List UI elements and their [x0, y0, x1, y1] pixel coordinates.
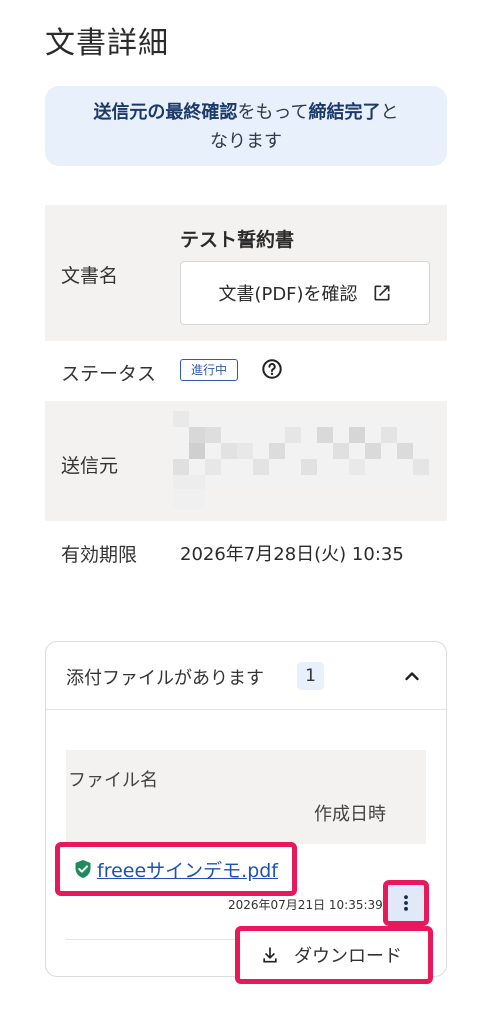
download-menu-item[interactable]: ダウンロード: [235, 926, 433, 984]
file-download-link[interactable]: freeeサインデモ.pdf: [97, 856, 278, 883]
notice-text-4: と: [380, 102, 399, 123]
view-pdf-button[interactable]: 文書(PDF)を確認: [180, 261, 430, 325]
expiry-row: 有効期限 2026年7月28日(火) 10:35: [45, 521, 447, 583]
more-vertical-icon: [404, 895, 408, 911]
docname-row: 文書名 テスト誓約書 文書(PDF)を確認: [45, 205, 447, 341]
external-link-icon: [374, 285, 390, 301]
notice-text-5: なります: [210, 131, 282, 152]
sender-row: 送信元: [45, 401, 447, 521]
file-name-cell: freeeサインデモ.pdf: [55, 842, 298, 896]
file-more-menu-button[interactable]: [383, 880, 429, 926]
chevron-up-icon[interactable]: [400, 664, 424, 688]
attachments-header-toggle[interactable]: 添付ファイルがあります 1: [46, 642, 446, 710]
sender-redacted-mosaic: [173, 411, 433, 509]
expiry-label: 有効期限: [61, 544, 138, 566]
status-label: ステータス: [61, 363, 157, 385]
notice-text-2: をもって: [237, 102, 309, 123]
docname-label: 文書名: [61, 265, 119, 287]
attachments-count-badge: 1: [297, 662, 324, 690]
column-header-created: 作成日時: [314, 804, 386, 825]
attachments-table-header: ファイル名 作成日時: [66, 750, 426, 844]
download-label: ダウンロード: [294, 946, 402, 967]
view-pdf-label: 文書(PDF)を確認: [218, 284, 358, 305]
document-title: テスト誓約書: [180, 229, 295, 251]
file-created-date: 2026年07月21日 10:35:39: [228, 898, 383, 912]
notice-banner: 送信元の最終確認をもって締結完了と なります: [45, 86, 447, 166]
notice-bold-3: 締結完了: [308, 102, 381, 123]
expiry-value: 2026年7月28日(火) 10:35: [180, 544, 404, 565]
page-title: 文書詳細: [45, 26, 169, 61]
status-row: ステータス 進行中: [45, 341, 447, 401]
help-circle-icon[interactable]: [261, 358, 283, 380]
download-icon: [263, 947, 277, 963]
shield-check-icon: [75, 860, 91, 878]
attachments-title: 添付ファイルがあります: [66, 668, 264, 689]
status-badge: 進行中: [180, 359, 239, 381]
notice-bold-1: 送信元の最終確認: [93, 102, 238, 123]
sender-label: 送信元: [61, 455, 119, 477]
column-header-filename: ファイル名: [68, 770, 158, 791]
